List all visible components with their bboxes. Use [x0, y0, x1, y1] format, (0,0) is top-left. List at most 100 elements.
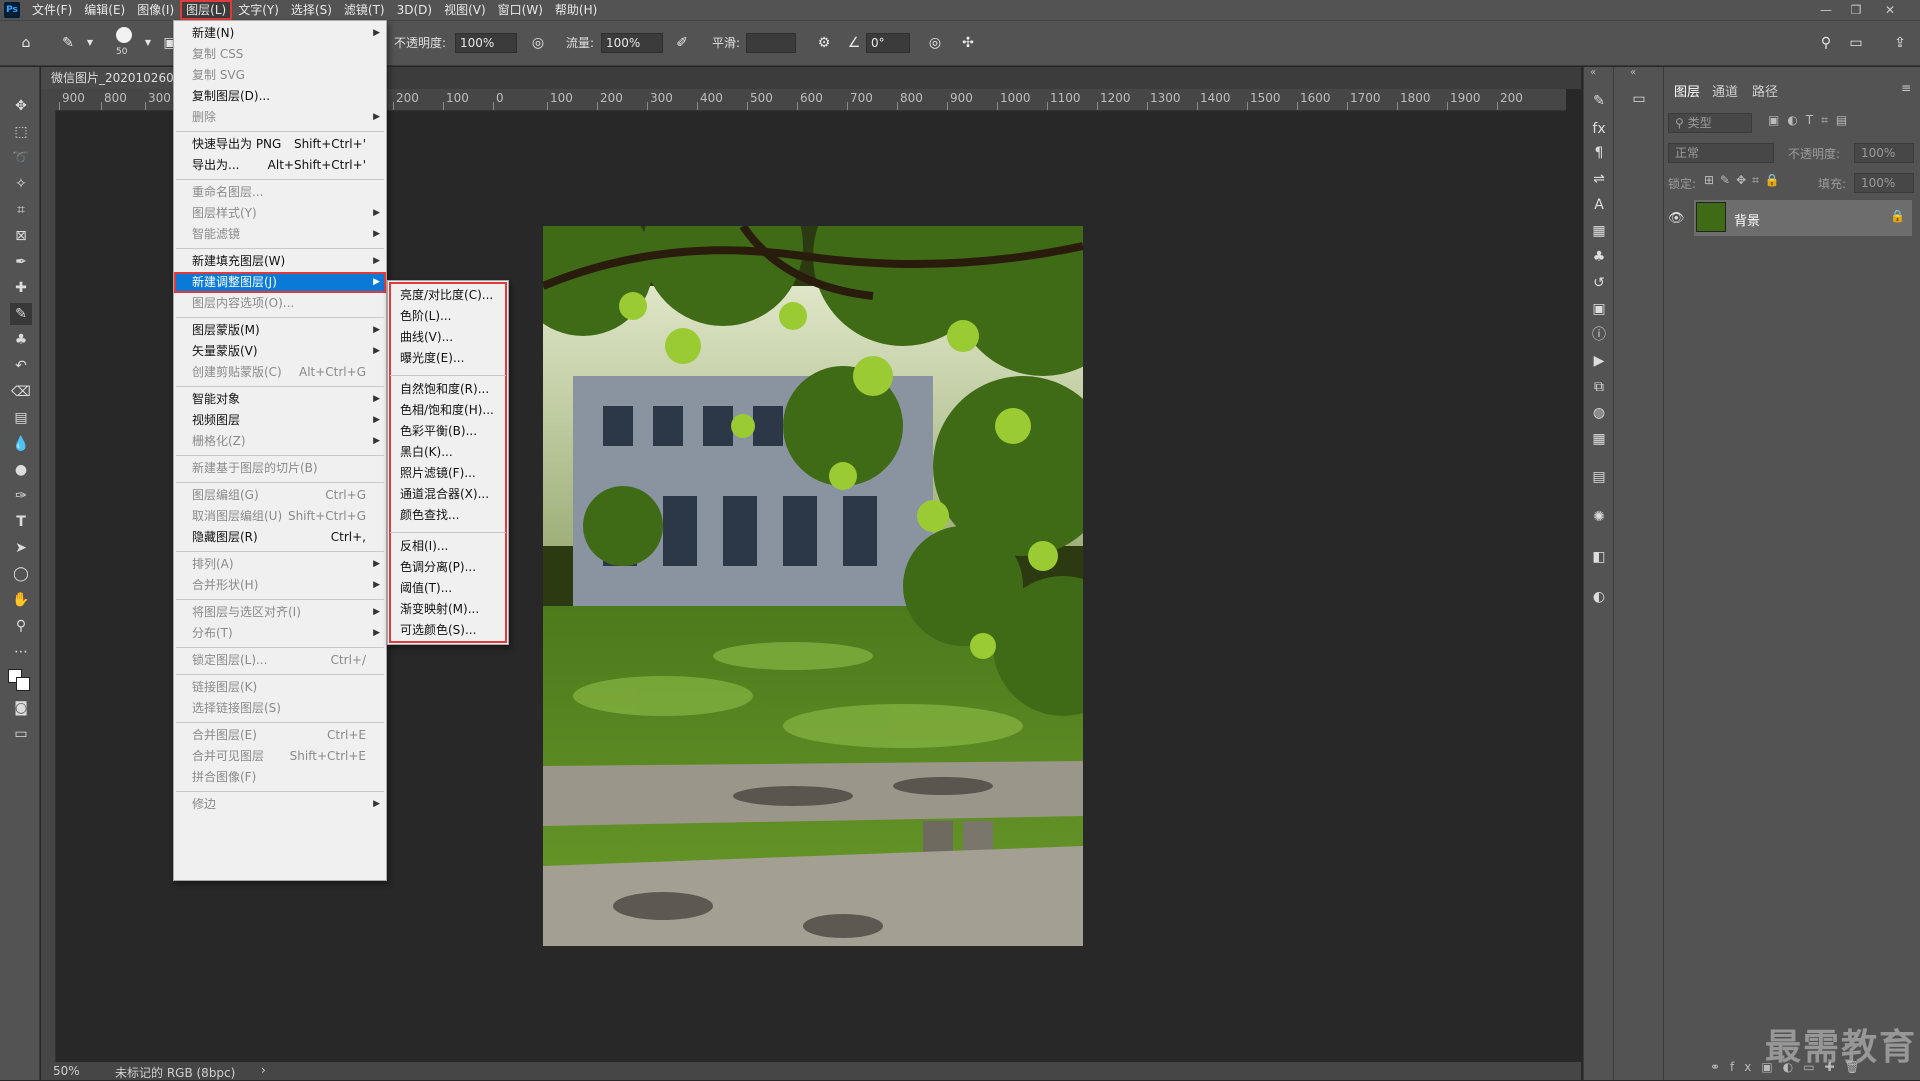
lock-icons[interactable]: ⊞✎✥⌗🔒 — [1704, 173, 1786, 188]
visibility-eye-icon[interactable]: 👁 — [1668, 211, 1685, 226]
pressure-size-icon[interactable]: ◎ — [925, 33, 945, 53]
zoom-level[interactable]: 50% — [53, 1064, 80, 1078]
eyedropper-tool-icon[interactable]: ✒ — [10, 251, 32, 273]
collapse-arrows-icon[interactable]: « — [1630, 67, 1636, 78]
menu-0[interactable]: 文件(F) — [26, 0, 78, 20]
tab-paths[interactable]: 路径 — [1752, 81, 1778, 100]
background-color-swatch[interactable] — [16, 677, 30, 691]
tab-channels[interactable]: 通道 — [1712, 81, 1738, 100]
layer-menu-item-11[interactable]: 新建调整图层(J) ▶ — [174, 272, 386, 293]
path-select-tool-icon[interactable]: ➤ — [10, 537, 32, 559]
layer-menu-item-5[interactable]: 快速导出为 PNG Shift+Ctrl+' — [174, 134, 386, 155]
paragraph-panel-icon[interactable]: ¶ — [1589, 143, 1609, 163]
blur-tool-icon[interactable]: 💧 — [10, 433, 32, 455]
chevron-down-icon[interactable]: ▼ — [138, 33, 158, 53]
zoom-tool-icon[interactable]: ⚲ — [10, 615, 32, 637]
adjustment-item-8[interactable]: 照片滤镜(F)... — [388, 463, 508, 484]
fx-panel-icon[interactable]: fx — [1589, 119, 1609, 139]
adjustment-item-2[interactable]: 曲线(V)... — [388, 327, 508, 348]
screen-mode-icon[interactable]: ▭ — [10, 723, 32, 745]
adjustment-item-14[interactable]: 渐变映射(M)... — [388, 599, 508, 620]
menu-10[interactable]: 帮助(H) — [549, 0, 603, 20]
restore-icon[interactable]: ❐ — [1842, 0, 1870, 20]
glyphs-panel-icon[interactable]: ◧ — [1589, 547, 1609, 567]
collapse-arrows-icon[interactable]: « — [1590, 67, 1596, 78]
hand-tool-icon[interactable]: ✋ — [10, 589, 32, 611]
info-panel-icon[interactable]: ⓘ — [1589, 325, 1609, 345]
clone-stamp-tool-icon[interactable]: ♣ — [10, 329, 32, 351]
pressure-opacity-icon[interactable]: ◎ — [528, 33, 548, 53]
chevron-down-icon[interactable]: ▼ — [80, 33, 100, 53]
adjustment-item-6[interactable]: 色彩平衡(B)... — [388, 421, 508, 442]
adjustment-item-3[interactable]: 曝光度(E)... — [388, 348, 508, 369]
layer-filter-icons[interactable]: ▣◐T⌗▤ — [1768, 113, 1855, 128]
timeline-panel-icon[interactable]: ⧉ — [1589, 377, 1609, 397]
lasso-tool-icon[interactable]: ➰ — [10, 147, 32, 169]
menu-7[interactable]: 3D(D) — [391, 0, 438, 20]
type-tool-icon[interactable]: T — [10, 511, 32, 533]
menu-5[interactable]: 选择(S) — [285, 0, 338, 20]
ellipse-tool-icon[interactable]: ◯ — [10, 563, 32, 585]
table-panel-icon[interactable]: ▦ — [1589, 429, 1609, 449]
gradient-tool-icon[interactable]: ▤ — [10, 407, 32, 429]
document-image[interactable] — [543, 226, 1083, 946]
brush-preset-icon[interactable] — [116, 27, 132, 43]
quick-select-tool-icon[interactable]: ✧ — [10, 173, 32, 195]
actions-panel-icon[interactable]: ▣ — [1589, 299, 1609, 319]
layer-opacity-input[interactable]: 100% — [1854, 143, 1914, 163]
adjustment-item-13[interactable]: 阈值(T)... — [388, 578, 508, 599]
dodge-tool-icon[interactable]: ● — [10, 459, 32, 481]
crop-tool-icon[interactable]: ⌗ — [10, 199, 32, 221]
healing-brush-tool-icon[interactable]: ✚ — [10, 277, 32, 299]
adjustments-panel-icon[interactable]: ⇌ — [1589, 169, 1609, 189]
adjustment-item-12[interactable]: 色调分离(P)... — [388, 557, 508, 578]
angle-input[interactable]: 0° — [866, 33, 910, 53]
notes-panel-icon[interactable]: ▤ — [1589, 467, 1609, 487]
gear-icon[interactable]: ⚙ — [814, 33, 834, 53]
adjustment-item-15[interactable]: 可选颜色(S)... — [388, 620, 508, 641]
adjustment-item-4[interactable]: 自然饱和度(R)... — [388, 379, 508, 400]
layer-menu-item-13[interactable]: 图层蒙版(M) ▶ — [174, 320, 386, 341]
menu-3[interactable]: 图层(L) — [180, 0, 233, 20]
adjustment-item-0[interactable]: 亮度/对比度(C)... — [388, 285, 508, 306]
layer-menu-item-0[interactable]: 新建(N) ▶ — [174, 23, 386, 44]
adjustment-item-1[interactable]: 色阶(L)... — [388, 306, 508, 327]
symmetry-icon[interactable]: ✣ — [958, 33, 978, 53]
adjustment-item-9[interactable]: 通道混合器(X)... — [388, 484, 508, 505]
blend-mode-select[interactable]: 正常 — [1668, 143, 1774, 163]
libraries-panel-icon[interactable]: ▦ — [1589, 221, 1609, 241]
menu-8[interactable]: 视图(V) — [438, 0, 492, 20]
brush-panel-icon[interactable]: ✎ — [1589, 91, 1609, 111]
flow-input[interactable]: 100% — [601, 33, 663, 53]
adjustment-item-7[interactable]: 黑白(K)... — [388, 442, 508, 463]
adjustment-item-5[interactable]: 色相/饱和度(H)... — [388, 400, 508, 421]
smoothing-input[interactable] — [746, 33, 796, 53]
opacity-input[interactable]: 100% — [455, 33, 517, 53]
pen-tool-icon[interactable]: ✑ — [10, 485, 32, 507]
character-panel-icon[interactable]: A — [1589, 195, 1609, 215]
airbrush-icon[interactable]: ✐ — [672, 33, 692, 53]
layer-menu-item-16[interactable]: 智能对象 ▶ — [174, 389, 386, 410]
layer-row-background[interactable]: 背景 🔒 — [1694, 200, 1912, 236]
brush-tool-icon[interactable]: ✎ — [58, 33, 78, 53]
menu-1[interactable]: 编辑(E) — [78, 0, 131, 20]
share-icon[interactable]: ⇪ — [1890, 33, 1910, 53]
sun-panel-icon[interactable]: ✺ — [1589, 507, 1609, 527]
minimize-icon[interactable]: — — [1812, 0, 1840, 20]
layer-menu-item-17[interactable]: 视频图层 ▶ — [174, 410, 386, 431]
layer-menu-item-10[interactable]: 新建填充图层(W) ▶ — [174, 251, 386, 272]
layer-menu-item-14[interactable]: 矢量蒙版(V) ▶ — [174, 341, 386, 362]
adjustment-item-11[interactable]: 反相(I)... — [388, 536, 508, 557]
move-tool-icon[interactable]: ✥ — [10, 95, 32, 117]
menu-2[interactable]: 图像(I) — [131, 0, 180, 20]
more-tools-icon[interactable]: ⋯ — [10, 641, 32, 663]
layer-menu-item-6[interactable]: 导出为... Alt+Shift+Ctrl+' — [174, 155, 386, 176]
menu-9[interactable]: 窗口(W) — [492, 0, 549, 20]
layer-menu-item-3[interactable]: 复制图层(D)... — [174, 86, 386, 107]
adjustment-item-10[interactable]: 颜色查找... — [388, 505, 508, 526]
marquee-tool-icon[interactable]: ⬚ — [10, 121, 32, 143]
lock-icon[interactable]: 🔒 — [1890, 209, 1905, 223]
menu-6[interactable]: 滤镜(T) — [338, 0, 391, 20]
quick-mask-icon[interactable]: ◙ — [10, 697, 32, 719]
tab-layers[interactable]: 图层 — [1674, 81, 1700, 100]
